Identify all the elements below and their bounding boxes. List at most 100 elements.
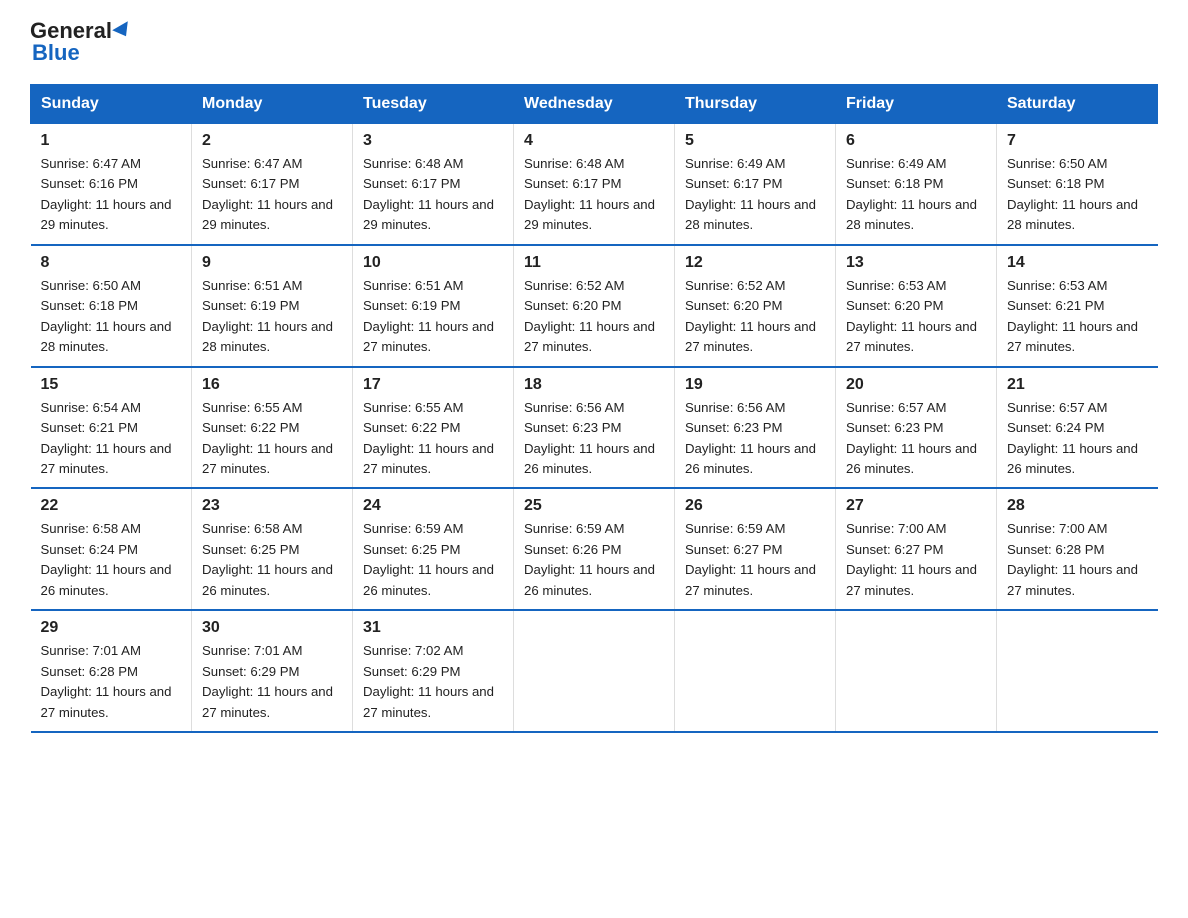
day-number: 17	[363, 376, 503, 394]
day-info: Sunrise: 6:48 AM Sunset: 6:17 PM Dayligh…	[524, 154, 664, 236]
day-number: 15	[41, 376, 182, 394]
day-info: Sunrise: 6:50 AM Sunset: 6:18 PM Dayligh…	[41, 276, 182, 358]
day-info: Sunrise: 6:51 AM Sunset: 6:19 PM Dayligh…	[363, 276, 503, 358]
calendar-cell: 25 Sunrise: 6:59 AM Sunset: 6:26 PM Dayl…	[514, 488, 675, 610]
day-info: Sunrise: 6:48 AM Sunset: 6:17 PM Dayligh…	[363, 154, 503, 236]
day-info: Sunrise: 6:59 AM Sunset: 6:27 PM Dayligh…	[685, 519, 825, 601]
day-number: 28	[1007, 497, 1148, 515]
calendar-cell: 27 Sunrise: 7:00 AM Sunset: 6:27 PM Dayl…	[836, 488, 997, 610]
day-info: Sunrise: 6:55 AM Sunset: 6:22 PM Dayligh…	[202, 398, 342, 480]
day-info: Sunrise: 7:01 AM Sunset: 6:29 PM Dayligh…	[202, 641, 342, 723]
day-number: 9	[202, 254, 342, 272]
calendar-cell: 22 Sunrise: 6:58 AM Sunset: 6:24 PM Dayl…	[31, 488, 192, 610]
weekday-header-friday: Friday	[836, 85, 997, 124]
calendar-cell: 24 Sunrise: 6:59 AM Sunset: 6:25 PM Dayl…	[353, 488, 514, 610]
day-number: 27	[846, 497, 986, 515]
day-info: Sunrise: 6:57 AM Sunset: 6:23 PM Dayligh…	[846, 398, 986, 480]
calendar-cell: 6 Sunrise: 6:49 AM Sunset: 6:18 PM Dayli…	[836, 124, 997, 245]
calendar-week-3: 15 Sunrise: 6:54 AM Sunset: 6:21 PM Dayl…	[31, 367, 1158, 489]
day-number: 1	[41, 132, 182, 150]
day-info: Sunrise: 6:58 AM Sunset: 6:24 PM Dayligh…	[41, 519, 182, 601]
day-info: Sunrise: 6:47 AM Sunset: 6:16 PM Dayligh…	[41, 154, 182, 236]
calendar-cell	[675, 610, 836, 732]
day-info: Sunrise: 7:02 AM Sunset: 6:29 PM Dayligh…	[363, 641, 503, 723]
day-number: 19	[685, 376, 825, 394]
day-number: 30	[202, 619, 342, 637]
day-number: 14	[1007, 254, 1148, 272]
day-info: Sunrise: 6:49 AM Sunset: 6:18 PM Dayligh…	[846, 154, 986, 236]
calendar-week-5: 29 Sunrise: 7:01 AM Sunset: 6:28 PM Dayl…	[31, 610, 1158, 732]
weekday-header-sunday: Sunday	[31, 85, 192, 124]
logo-blue-text: Blue	[30, 40, 80, 66]
logo-arrow-icon	[112, 21, 134, 40]
calendar-week-1: 1 Sunrise: 6:47 AM Sunset: 6:16 PM Dayli…	[31, 124, 1158, 245]
day-number: 12	[685, 254, 825, 272]
day-info: Sunrise: 6:47 AM Sunset: 6:17 PM Dayligh…	[202, 154, 342, 236]
calendar-cell: 21 Sunrise: 6:57 AM Sunset: 6:24 PM Dayl…	[997, 367, 1158, 489]
day-number: 5	[685, 132, 825, 150]
calendar-cell: 3 Sunrise: 6:48 AM Sunset: 6:17 PM Dayli…	[353, 124, 514, 245]
day-number: 18	[524, 376, 664, 394]
day-number: 13	[846, 254, 986, 272]
page-header: General Blue	[30, 20, 1158, 66]
day-number: 3	[363, 132, 503, 150]
calendar-cell: 13 Sunrise: 6:53 AM Sunset: 6:20 PM Dayl…	[836, 245, 997, 367]
weekday-header-wednesday: Wednesday	[514, 85, 675, 124]
day-number: 31	[363, 619, 503, 637]
day-info: Sunrise: 7:00 AM Sunset: 6:27 PM Dayligh…	[846, 519, 986, 601]
calendar-cell: 30 Sunrise: 7:01 AM Sunset: 6:29 PM Dayl…	[192, 610, 353, 732]
day-number: 29	[41, 619, 182, 637]
calendar-week-2: 8 Sunrise: 6:50 AM Sunset: 6:18 PM Dayli…	[31, 245, 1158, 367]
day-info: Sunrise: 6:58 AM Sunset: 6:25 PM Dayligh…	[202, 519, 342, 601]
logo: General Blue	[30, 20, 132, 66]
calendar-cell: 19 Sunrise: 6:56 AM Sunset: 6:23 PM Dayl…	[675, 367, 836, 489]
day-info: Sunrise: 6:57 AM Sunset: 6:24 PM Dayligh…	[1007, 398, 1148, 480]
weekday-header-tuesday: Tuesday	[353, 85, 514, 124]
calendar-cell	[997, 610, 1158, 732]
day-info: Sunrise: 6:53 AM Sunset: 6:20 PM Dayligh…	[846, 276, 986, 358]
calendar-cell: 5 Sunrise: 6:49 AM Sunset: 6:17 PM Dayli…	[675, 124, 836, 245]
day-info: Sunrise: 6:59 AM Sunset: 6:26 PM Dayligh…	[524, 519, 664, 601]
weekday-header-monday: Monday	[192, 85, 353, 124]
day-info: Sunrise: 6:56 AM Sunset: 6:23 PM Dayligh…	[524, 398, 664, 480]
day-info: Sunrise: 6:51 AM Sunset: 6:19 PM Dayligh…	[202, 276, 342, 358]
calendar-cell: 31 Sunrise: 7:02 AM Sunset: 6:29 PM Dayl…	[353, 610, 514, 732]
day-info: Sunrise: 6:55 AM Sunset: 6:22 PM Dayligh…	[363, 398, 503, 480]
day-number: 10	[363, 254, 503, 272]
day-info: Sunrise: 7:00 AM Sunset: 6:28 PM Dayligh…	[1007, 519, 1148, 601]
day-number: 11	[524, 254, 664, 272]
day-number: 2	[202, 132, 342, 150]
day-info: Sunrise: 6:54 AM Sunset: 6:21 PM Dayligh…	[41, 398, 182, 480]
day-number: 21	[1007, 376, 1148, 394]
weekday-header-thursday: Thursday	[675, 85, 836, 124]
day-info: Sunrise: 6:50 AM Sunset: 6:18 PM Dayligh…	[1007, 154, 1148, 236]
day-info: Sunrise: 6:53 AM Sunset: 6:21 PM Dayligh…	[1007, 276, 1148, 358]
calendar-cell: 11 Sunrise: 6:52 AM Sunset: 6:20 PM Dayl…	[514, 245, 675, 367]
day-info: Sunrise: 6:52 AM Sunset: 6:20 PM Dayligh…	[524, 276, 664, 358]
day-number: 4	[524, 132, 664, 150]
day-number: 6	[846, 132, 986, 150]
calendar-cell: 9 Sunrise: 6:51 AM Sunset: 6:19 PM Dayli…	[192, 245, 353, 367]
logo-general-text: General	[30, 20, 112, 42]
calendar-body: 1 Sunrise: 6:47 AM Sunset: 6:16 PM Dayli…	[31, 124, 1158, 733]
calendar-cell: 2 Sunrise: 6:47 AM Sunset: 6:17 PM Dayli…	[192, 124, 353, 245]
calendar-cell: 10 Sunrise: 6:51 AM Sunset: 6:19 PM Dayl…	[353, 245, 514, 367]
calendar-cell: 14 Sunrise: 6:53 AM Sunset: 6:21 PM Dayl…	[997, 245, 1158, 367]
day-number: 8	[41, 254, 182, 272]
calendar-cell: 16 Sunrise: 6:55 AM Sunset: 6:22 PM Dayl…	[192, 367, 353, 489]
weekday-header-saturday: Saturday	[997, 85, 1158, 124]
calendar-cell: 7 Sunrise: 6:50 AM Sunset: 6:18 PM Dayli…	[997, 124, 1158, 245]
calendar-cell: 29 Sunrise: 7:01 AM Sunset: 6:28 PM Dayl…	[31, 610, 192, 732]
day-number: 16	[202, 376, 342, 394]
calendar-cell: 26 Sunrise: 6:59 AM Sunset: 6:27 PM Dayl…	[675, 488, 836, 610]
calendar-header: SundayMondayTuesdayWednesdayThursdayFrid…	[31, 85, 1158, 124]
day-number: 24	[363, 497, 503, 515]
day-number: 23	[202, 497, 342, 515]
day-number: 7	[1007, 132, 1148, 150]
weekday-row: SundayMondayTuesdayWednesdayThursdayFrid…	[31, 85, 1158, 124]
day-number: 22	[41, 497, 182, 515]
calendar-cell: 8 Sunrise: 6:50 AM Sunset: 6:18 PM Dayli…	[31, 245, 192, 367]
calendar-cell	[836, 610, 997, 732]
calendar-cell: 4 Sunrise: 6:48 AM Sunset: 6:17 PM Dayli…	[514, 124, 675, 245]
day-info: Sunrise: 6:52 AM Sunset: 6:20 PM Dayligh…	[685, 276, 825, 358]
